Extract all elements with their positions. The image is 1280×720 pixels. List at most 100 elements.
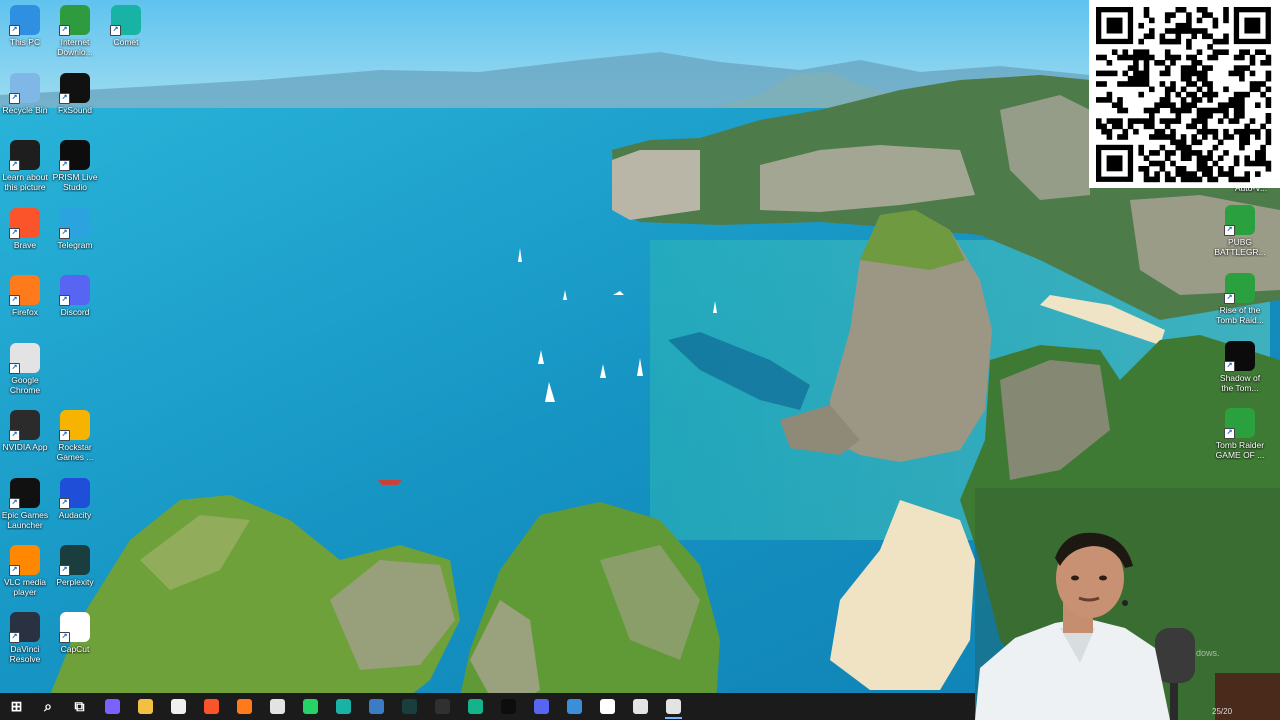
shortcut-arrow-icon: ↗ xyxy=(9,228,20,239)
desktop-icon-perplexity[interactable]: ↗ Perplexity xyxy=(48,545,102,587)
fxsound-icon: ↗ xyxy=(59,73,90,104)
start-button[interactable]: ⊞ xyxy=(0,693,33,720)
desktop-icon-label: Shadow of the Tom... xyxy=(1219,373,1261,393)
brave-taskbar-button[interactable] xyxy=(195,693,228,720)
whatsapp-button[interactable] xyxy=(294,693,327,720)
discord-icon: ↗ xyxy=(59,275,90,306)
desktop-icon-label: Firefox xyxy=(12,307,38,317)
capcut-taskbar-button[interactable] xyxy=(591,693,624,720)
desktop-icon-shadow-of-the-tom[interactable]: ↗ Shadow of the Tom... xyxy=(1213,341,1267,393)
desktop-icon-label: Discord xyxy=(60,307,90,317)
desktop-icon-label: Learn about this picture xyxy=(2,172,48,192)
audacity-icon: ↗ xyxy=(59,478,90,509)
vlc-cone-icon: ↗ xyxy=(9,545,40,576)
globe-icon: ↗ xyxy=(1224,205,1255,236)
desktop-icon-brave[interactable]: ↗ Brave xyxy=(0,208,52,250)
file-explorer-button[interactable] xyxy=(129,693,162,720)
desktop-icon-audacity[interactable]: ↗ Audacity xyxy=(48,478,102,520)
desktop-icon-tomb-raider-game-of[interactable]: ↗ Tomb Raider GAME OF ... xyxy=(1213,408,1267,460)
chrome-icon xyxy=(270,699,285,714)
desktop-icon-label: FxSound xyxy=(57,105,93,115)
firefox-taskbar-button[interactable] xyxy=(228,693,261,720)
webcam-overlay xyxy=(975,488,1280,720)
shortcut-arrow-icon: ↗ xyxy=(9,565,20,576)
shortcut-arrow-icon: ↗ xyxy=(59,93,70,104)
app-icon xyxy=(369,699,384,714)
desktop-icon-label: Internet Downlo... xyxy=(57,37,93,57)
task-view-icon: ⧉ xyxy=(74,698,85,714)
discord-taskbar-button[interactable] xyxy=(525,693,558,720)
comet-icon xyxy=(336,699,351,714)
shadow-tomb-raider-icon: ↗ xyxy=(1224,341,1255,372)
desktop-icon-discord[interactable]: ↗ Discord xyxy=(48,275,102,317)
capcut-icon xyxy=(600,699,615,714)
shortcut-arrow-icon: ↗ xyxy=(59,498,70,509)
task-view-button[interactable]: ⧉ xyxy=(63,693,96,720)
comet-taskbar-button[interactable] xyxy=(327,693,360,720)
tray-date: 25/20 xyxy=(1212,707,1233,716)
desktop-icon-rockstar-games[interactable]: ↗ Rockstar Games ... xyxy=(48,410,102,462)
desktop-icon-comet[interactable]: ↗ Comet xyxy=(99,5,153,47)
screen-tool-button[interactable] xyxy=(558,693,591,720)
chrome-icon xyxy=(633,699,648,714)
prism-taskbar-button[interactable] xyxy=(492,693,525,720)
capcut-icon: ↗ xyxy=(59,612,90,643)
desktop-icon-label: VLC media player xyxy=(3,577,47,597)
desktop-icon-fxsound[interactable]: ↗ FxSound xyxy=(48,73,102,115)
search-button[interactable]: ⌕ xyxy=(33,693,63,720)
shortcut-arrow-icon: ↗ xyxy=(9,430,20,441)
desktop-icon-this-pc[interactable]: ↗ This PC xyxy=(0,5,52,47)
nvidia-icon: ↗ xyxy=(9,410,40,441)
firefox-icon xyxy=(237,699,252,714)
chrome-profile-button[interactable] xyxy=(624,693,657,720)
shortcut-arrow-icon: ↗ xyxy=(9,632,20,643)
desktop-icon-rise-of-the-tomb-raid[interactable]: ↗ Rise of the Tomb Raid... xyxy=(1213,273,1267,325)
shortcut-arrow-icon: ↗ xyxy=(9,160,20,171)
desktop-icon-google-chrome[interactable]: ↗ Google Chrome xyxy=(0,343,52,395)
shortcut-arrow-icon: ↗ xyxy=(59,295,70,306)
store-icon xyxy=(171,699,186,714)
desktop-icon-label: Google Chrome xyxy=(9,375,41,395)
shortcut-arrow-icon: ↗ xyxy=(9,363,20,374)
desktop-icon-internet-downlo[interactable]: ↗ Internet Downlo... xyxy=(48,5,102,57)
desktop-icon-pubg-battlegr[interactable]: ↗ PUBG BATTLEGR... xyxy=(1213,205,1267,257)
desktop-icon-epic-games-launcher[interactable]: ↗ Epic Games Launcher xyxy=(0,478,52,530)
desktop-icon-label: Epic Games Launcher xyxy=(1,510,49,530)
chrome-icon xyxy=(666,699,681,714)
desktop-icon-vlc-media-player[interactable]: ↗ VLC media player xyxy=(0,545,52,597)
folder-icon xyxy=(138,699,153,714)
desktop-icon-label: Rockstar Games ... xyxy=(56,442,94,462)
store-button[interactable] xyxy=(162,693,195,720)
comet-icon: ↗ xyxy=(110,5,141,36)
davinci-icon: ↗ xyxy=(9,612,40,643)
chrome-taskbar-button[interactable] xyxy=(261,693,294,720)
camera-icon: ↗ xyxy=(9,140,40,171)
discord-icon xyxy=(534,699,549,714)
brave-lion-icon xyxy=(204,699,219,714)
perplexity-taskbar-button[interactable] xyxy=(393,693,426,720)
desktop-icon-recycle-bin[interactable]: ↗ Recycle Bin xyxy=(0,73,52,115)
desktop-icon-firefox[interactable]: ↗ Firefox xyxy=(0,275,52,317)
copilot-icon xyxy=(105,699,120,714)
feedback-button[interactable] xyxy=(459,693,492,720)
desktop-icon-nvidia-app[interactable]: ↗ NVIDIA App xyxy=(0,410,52,452)
chrome-icon: ↗ xyxy=(9,343,40,374)
screen-tool-icon xyxy=(567,699,582,714)
desktop-icon-prism-live-studio[interactable]: ↗ PRISM Live Studio xyxy=(48,140,102,192)
copilot-button[interactable] xyxy=(96,693,129,720)
desktop-icon-label: Telegram xyxy=(57,240,93,250)
shortcut-arrow-icon: ↗ xyxy=(59,160,70,171)
activate-windows-watermark: dows. xyxy=(1196,648,1220,658)
chrome-active-button[interactable] xyxy=(657,693,690,720)
desktop-icon-capcut[interactable]: ↗ CapCut xyxy=(48,612,102,654)
feedback-icon xyxy=(468,699,483,714)
desktop-icon-davinci-resolve[interactable]: ↗ DaVinci Resolve xyxy=(0,612,52,664)
obs-button[interactable] xyxy=(426,693,459,720)
desktop-icon-label: Recycle Bin xyxy=(2,105,48,115)
shortcut-arrow-icon: ↗ xyxy=(110,25,121,36)
shortcut-arrow-icon: ↗ xyxy=(59,632,70,643)
app-taskbar-button[interactable] xyxy=(360,693,393,720)
desktop-icon-learn-about-this-picture[interactable]: ↗ Learn about this picture xyxy=(0,140,52,192)
desktop-icon-telegram[interactable]: ↗ Telegram xyxy=(48,208,102,250)
shortcut-arrow-icon: ↗ xyxy=(59,430,70,441)
